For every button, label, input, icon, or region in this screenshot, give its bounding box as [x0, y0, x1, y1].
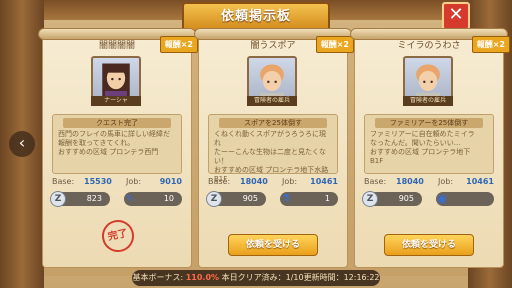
job-exp-value: 10461: [310, 177, 338, 186]
base-exp-value: 18040: [396, 177, 424, 186]
job-exp-value: 9010: [159, 177, 182, 186]
npc-name: ナーシャ: [91, 96, 141, 106]
quest-description: クエスト完了 西門のフレイの馬車に詳しい経緯だ 報酬を取ってきてくれ。 おすすめ…: [52, 114, 182, 174]
reward-multiplier-badge: 報酬×2: [315, 36, 354, 53]
quest-objective: スポアを25体倒す: [219, 118, 327, 128]
zeny-reward: Z 905: [362, 191, 422, 207]
quest-text-line: おすすめの区域 プロンテラ地下: [370, 148, 471, 156]
zeny-reward: Z 905: [206, 191, 266, 207]
quest-description: スポアを25体倒す くねくれ動くスポアがうろうろに現れ たーーこんな生物は二度と…: [208, 114, 338, 183]
quest-text-line: なったんだ。聞いたらいい...: [370, 139, 461, 147]
job-exp-value: 10461: [466, 177, 494, 186]
npc-name: 冒険者の雇兵: [403, 96, 453, 106]
quest-text-line: ファミリアーに自在頼めたミイラ: [370, 130, 475, 138]
base-exp-value: 15530: [84, 177, 112, 186]
prev-page-button[interactable]: ‹: [9, 131, 35, 157]
quest-text-line: B1F: [370, 157, 384, 165]
clear-status: 本日クリア済み：1/10更新時間：12:16:22: [221, 273, 380, 282]
quest-text-line: い！: [214, 157, 228, 165]
quest-objective: クエスト完了: [63, 118, 171, 128]
base-exp-value: 18040: [240, 177, 268, 186]
quest-text-line: 西門のフレイの馬車に詳しい経緯だ: [58, 130, 170, 138]
box-icon: ▣: [436, 192, 448, 205]
close-button[interactable]: ✕: [442, 2, 470, 30]
quest-text-line: たーーこんな生物は二度と見たくな: [214, 148, 326, 156]
zeny-coin-icon: Z: [206, 191, 222, 207]
job-exp-label: Job:: [282, 177, 298, 186]
item-amount: 10: [163, 194, 174, 203]
quest-text: くねくれ動くスポアがうろうろに現れ たーーこんな生物は二度と見たくな い！ おす…: [209, 130, 337, 184]
quest-text-line: くねくれ動くスポアがうろうろに現れ: [214, 130, 326, 147]
chevron-left-icon: ‹: [18, 133, 26, 152]
potion-icon: ⚗: [281, 192, 291, 205]
zeny-amount: 905: [242, 194, 258, 203]
zeny-reward: Z 823: [50, 191, 110, 207]
item-reward-row: Z 905 ⚗ 1: [206, 191, 338, 207]
accept-quest-button[interactable]: 依頼を受ける: [228, 234, 318, 256]
quest-card: 闇闇闇闇 報酬×2 ナーシャ クエスト完了 西門のフレイの馬車に詳しい経緯だ 報…: [38, 28, 198, 268]
base-exp-label: Base:: [208, 177, 231, 186]
reward-multiplier-badge: 報酬×2: [159, 36, 198, 53]
job-exp-label: Job:: [126, 177, 142, 186]
item-reward-row: Z 823 ✎ 10: [50, 191, 182, 207]
base-exp-label: Base:: [364, 177, 387, 186]
item-reward: ✎ 10: [124, 192, 182, 206]
zeny-amount: 823: [86, 194, 102, 203]
close-icon: ✕: [448, 4, 464, 25]
quest-text-line: おすすめの区域 プロンテラ地下水路: [214, 166, 329, 174]
bonus-value: 110.0%: [185, 273, 220, 282]
zeny-coin-icon: Z: [50, 191, 66, 207]
quest-text: ファミリアーに自在頼めたミイラ なったんだ。聞いたらいい... おすすめの区域 …: [365, 130, 493, 166]
bonus-label: 基本ボーナス:: [132, 273, 184, 282]
zeny-amount: 905: [398, 194, 414, 203]
feather-icon: ✎: [125, 192, 135, 205]
quest-description: ファミリアーを25体倒す ファミリアーに自在頼めたミイラ なったんだ。聞いたらい…: [364, 114, 494, 174]
quest-card: 闇うスポア 報酬×2 冒険者の雇兵 スポアを25体倒す くねくれ動くスポアがうろ…: [194, 28, 354, 268]
quest-board-screen: 依頼掲示板 ✕ ‹ › 闇闇闇闇 報酬×2 ナーシャ クエスト完了 西門: [0, 0, 512, 288]
quest-text-line: おすすめの区域 プロンテラ西門: [58, 148, 159, 156]
item-reward: ▣: [436, 192, 494, 206]
quest-text-line: 報酬を取ってきてくれ。: [58, 139, 135, 147]
npc-name: 冒険者の雇兵: [247, 96, 297, 106]
accept-quest-button[interactable]: 依頼を受ける: [384, 234, 474, 256]
base-exp-label: Base:: [52, 177, 75, 186]
item-amount: 1: [324, 194, 330, 203]
reward-multiplier-badge: 報酬×2: [471, 36, 510, 53]
quest-text: 西門のフレイの馬車に詳しい経緯だ 報酬を取ってきてくれ。 おすすめの区域 プロン…: [53, 130, 181, 157]
quest-card: ミイラのうわさ 報酬×2 冒険者の雇兵 ファミリアーを25体倒す ファミリアーに…: [350, 28, 510, 268]
item-reward-row: Z 905 ▣: [362, 191, 494, 207]
status-footer: 基本ボーナス: 110.0% 本日クリア済み：1/10更新時間：12:16:22: [132, 270, 380, 286]
zeny-coin-icon: Z: [362, 191, 378, 207]
job-exp-label: Job:: [438, 177, 454, 186]
item-reward: ⚗ 1: [280, 192, 338, 206]
quest-objective: ファミリアーを25体倒す: [375, 118, 483, 128]
